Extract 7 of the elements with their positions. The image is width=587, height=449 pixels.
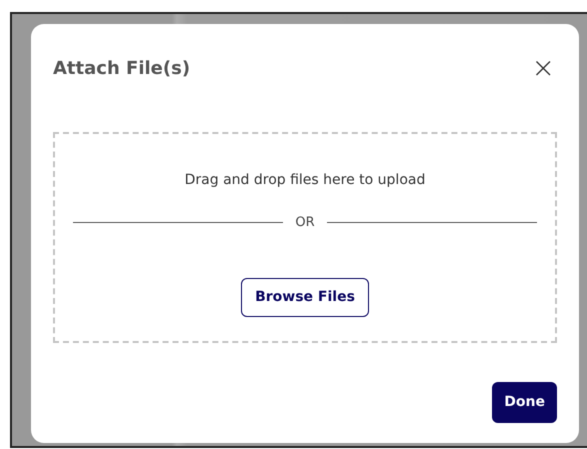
close-button[interactable]: × [530, 54, 557, 82]
browse-files-button[interactable]: Browse Files [241, 278, 369, 316]
separator-label: OR [295, 214, 315, 232]
dialog-title: Attach File(s) [53, 56, 190, 80]
done-button[interactable]: Done [492, 382, 557, 423]
drop-prompt: Drag and drop files here to upload [184, 171, 426, 190]
drop-zone[interactable]: Drag and drop files here to upload OR Browse Files [53, 132, 557, 343]
